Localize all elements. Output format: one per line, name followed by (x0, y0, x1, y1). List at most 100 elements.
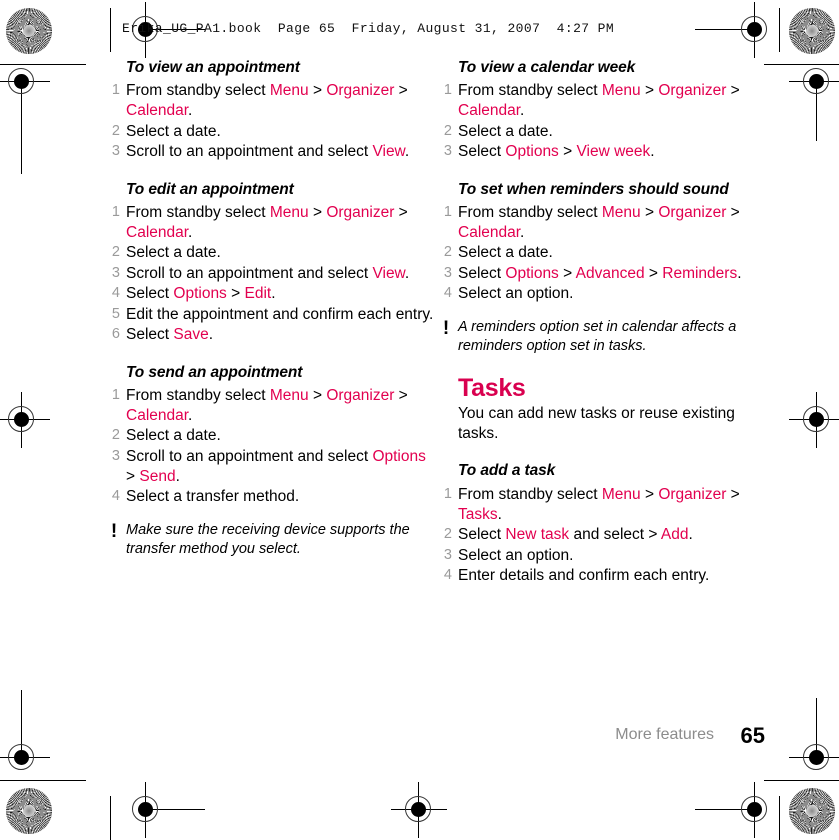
procedure-heading: To send an appointment (126, 363, 303, 381)
ui-term: Menu (269, 82, 309, 100)
step-text: Select a date. (126, 244, 221, 262)
step-number: 5 (111, 305, 120, 322)
step-text: From standby select (458, 485, 602, 503)
step-text: From standby select (458, 203, 602, 221)
right-column: To view a calendar week 1 From standby sel… (440, 58, 770, 586)
ui-term: Tasks (458, 505, 498, 523)
step-text: Select a date. (458, 244, 553, 262)
right-column-section: Tasks You can add new tasks or reuse exis… (440, 357, 770, 445)
step-item: 2 Select a date. (108, 426, 438, 446)
footer-rule-left (0, 780, 86, 781)
note-text: Make sure the receiving device supports … (126, 522, 410, 558)
step-item: 2 Select a date. (108, 122, 438, 142)
step-text: > (558, 143, 577, 161)
step-number: 3 (111, 447, 120, 464)
footer-section-label: More features (615, 726, 714, 743)
step-list: 1 From standby select Menu > Organizer > … (108, 81, 438, 162)
ui-term: Reminders (662, 264, 738, 282)
step-item: 3 Select Options > Advanced > Reminders. (440, 264, 770, 284)
step-item: 6 Select Save. (108, 325, 438, 345)
step-item: 2 Select New task and select > Add. (440, 525, 770, 545)
ui-term: Menu (601, 203, 641, 221)
step-text: Select a transfer method. (126, 488, 300, 506)
ui-term: Menu (601, 82, 641, 100)
step-text: . (650, 143, 655, 161)
step-text: Select (126, 285, 174, 303)
left-column-note: ! Make sure the receiving device supports… (108, 521, 438, 560)
step-text: . (497, 505, 502, 523)
step-item: 2 Select a date. (440, 122, 770, 142)
step-item: 3 Scroll to an appointment and select Opt… (108, 447, 438, 487)
step-text: Scroll to an appointment and select (126, 264, 373, 282)
ui-term: Options (372, 447, 426, 465)
ui-term: Menu (269, 203, 309, 221)
left-column: To view an appointment 1 From standby sele… (108, 58, 438, 560)
step-number: 1 (111, 82, 120, 99)
ui-term: Calendar (458, 102, 521, 120)
step-number: 3 (111, 143, 120, 160)
footer-page-number: 65 (740, 723, 765, 748)
step-text: . (188, 223, 193, 241)
step-text: and select > (569, 526, 661, 544)
step-text: Select a date. (126, 427, 221, 445)
step-list: 1 From standby select Menu > Organizer > … (440, 81, 770, 162)
right-column-procedures-top: To view a calendar week 1 From standby sel… (440, 58, 770, 304)
step-item: 4 Select an option. (440, 284, 770, 304)
step-list: 1 From standby select Menu > Organizer > … (440, 485, 770, 586)
step-item: 4 Select Options > Edit. (108, 284, 438, 304)
ui-term: View week (576, 143, 651, 161)
step-text: From standby select (126, 82, 270, 100)
ui-term: Menu (269, 386, 309, 404)
step-number: 1 (443, 485, 452, 502)
note-callout: ! Make sure the receiving device supports… (108, 521, 438, 560)
ui-term: Save (173, 326, 209, 344)
note-text: A reminders option set in calendar affec… (458, 319, 737, 355)
step-text: . (737, 264, 742, 282)
ui-term: Organizer (326, 82, 395, 100)
ui-term: Send (139, 467, 176, 485)
registration-dot (138, 802, 153, 817)
step-text: Select (458, 264, 506, 282)
step-number: 3 (443, 264, 452, 281)
footer-rule-right (764, 780, 839, 781)
step-number: 2 (443, 526, 452, 543)
step-item: 4 Enter details and confirm each entry. (440, 566, 770, 586)
step-text: . (404, 264, 410, 282)
procedure-heading: To add a task (458, 462, 556, 480)
print-header: Erika_UG_PA1.book Page 65 Friday, August… (0, 0, 839, 58)
step-item: 5 Edit the appointment and confirm each e… (108, 305, 438, 325)
ui-term: Add (660, 526, 689, 544)
right-column-note: ! A reminders option set in calendar affe… (440, 318, 770, 357)
step-item: 3 Scroll to an appointment and select Vie… (108, 142, 438, 162)
ui-term: Organizer (326, 386, 395, 404)
ui-term: Edit (244, 285, 272, 303)
ui-term: Advanced (575, 264, 645, 282)
step-item: 1 From standby select Menu > Organizer > … (108, 81, 438, 121)
step-text: > (726, 485, 740, 503)
step-number: 1 (111, 203, 120, 220)
step-text: Select an option. (458, 285, 574, 303)
starburst-resolution-target (789, 788, 835, 834)
step-text: . (175, 467, 180, 485)
step-text: > (308, 386, 327, 404)
print-header-text: Erika_UG_PA1.book Page 65 Friday, August… (122, 21, 615, 36)
procedure-heading: To set when reminders should sound (458, 180, 729, 198)
step-number: 1 (443, 82, 452, 99)
procedure-heading: To edit an appointment (126, 180, 294, 198)
ui-term: Organizer (658, 82, 727, 100)
step-item: 1 From standby select Menu > Organizer > … (108, 386, 438, 426)
page-footer: More features 65 (0, 723, 839, 766)
step-text: > (644, 264, 663, 282)
registration-dot (747, 802, 762, 817)
ui-term: Organizer (326, 203, 395, 221)
step-list: 1 From standby select Menu > Organizer > … (108, 203, 438, 345)
step-number: 3 (443, 143, 452, 160)
step-item: 1 From standby select Menu > Organizer > … (440, 203, 770, 243)
step-text: . (208, 326, 214, 344)
ui-term: Calendar (126, 223, 189, 241)
step-text: > (394, 82, 408, 100)
